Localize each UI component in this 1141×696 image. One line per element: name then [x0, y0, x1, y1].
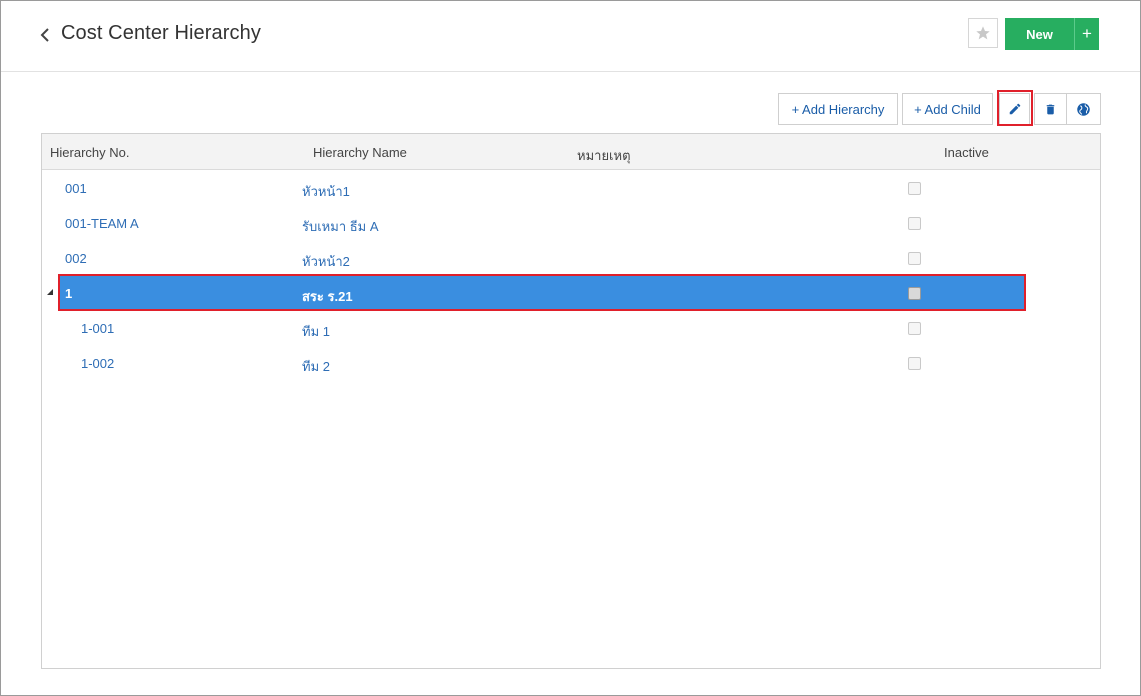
hierarchy-no-cell: 002 [65, 251, 87, 266]
inactive-checkbox[interactable] [908, 182, 921, 195]
new-button-group: New + [1005, 18, 1099, 50]
hierarchy-name-cell: ทีม 1 [302, 324, 330, 339]
inactive-checkbox[interactable] [908, 252, 921, 265]
triangle-expand-icon[interactable] [45, 287, 55, 297]
add-child-button[interactable]: + Add Child [902, 93, 993, 125]
app-window: Cost Center Hierarchy New + + Add Hierar… [0, 0, 1141, 696]
table-row[interactable]: 001-TEAM A รับเหมา ธีม A [42, 205, 1100, 240]
column-header-note[interactable]: หมายเหตุ [577, 145, 631, 166]
hierarchy-grid: Hierarchy No. Hierarchy Name หมายเหตุ In… [41, 133, 1101, 669]
hierarchy-no-cell: 001-TEAM A [65, 216, 139, 231]
edit-button-highlight [997, 90, 1033, 126]
trash-icon [1046, 104, 1055, 114]
table-row[interactable]: 1-002 ทีม 2 [42, 345, 1100, 380]
hierarchy-no-cell: 001 [65, 181, 87, 196]
favorite-button[interactable] [968, 18, 998, 48]
inactive-checkbox[interactable] [908, 322, 921, 335]
column-header-hierarchy-no[interactable]: Hierarchy No. [50, 145, 129, 160]
hierarchy-name-cell: หัวหน้า1 [302, 184, 350, 199]
table-row[interactable]: 001 หัวหน้า1 [42, 170, 1100, 205]
column-header-hierarchy-name[interactable]: Hierarchy Name [313, 145, 407, 160]
inactive-checkbox[interactable] [908, 357, 921, 370]
new-dropdown-button[interactable]: + [1074, 18, 1099, 50]
hierarchy-name-cell: ทีม 2 [302, 359, 330, 374]
hierarchy-name-cell: รับเหมา ธีม A [302, 219, 379, 234]
delete-button[interactable] [1034, 93, 1067, 125]
column-header-inactive[interactable]: Inactive [944, 145, 989, 160]
hierarchy-no-cell: 1-001 [81, 321, 115, 336]
hierarchy-no-cell: 1-002 [81, 356, 115, 371]
globe-icon [1077, 102, 1090, 116]
table-row[interactable]: 1-001 ทีม 1 [42, 310, 1100, 345]
page-title: Cost Center Hierarchy [61, 22, 261, 44]
add-hierarchy-button[interactable]: + Add Hierarchy [778, 93, 898, 125]
language-button[interactable] [1066, 93, 1101, 125]
page-header: Cost Center Hierarchy New + [1, 1, 1140, 72]
selected-row-highlight [58, 274, 1026, 311]
inactive-checkbox[interactable] [908, 217, 921, 230]
table-row[interactable]: 002 หัวหน้า2 [42, 240, 1100, 275]
chevron-left-icon[interactable] [37, 24, 55, 46]
star-icon [976, 26, 990, 40]
hierarchy-name-cell: หัวหน้า2 [302, 254, 350, 269]
new-button[interactable]: New [1005, 18, 1074, 50]
grid-header: Hierarchy No. Hierarchy Name หมายเหตุ In… [42, 134, 1100, 170]
